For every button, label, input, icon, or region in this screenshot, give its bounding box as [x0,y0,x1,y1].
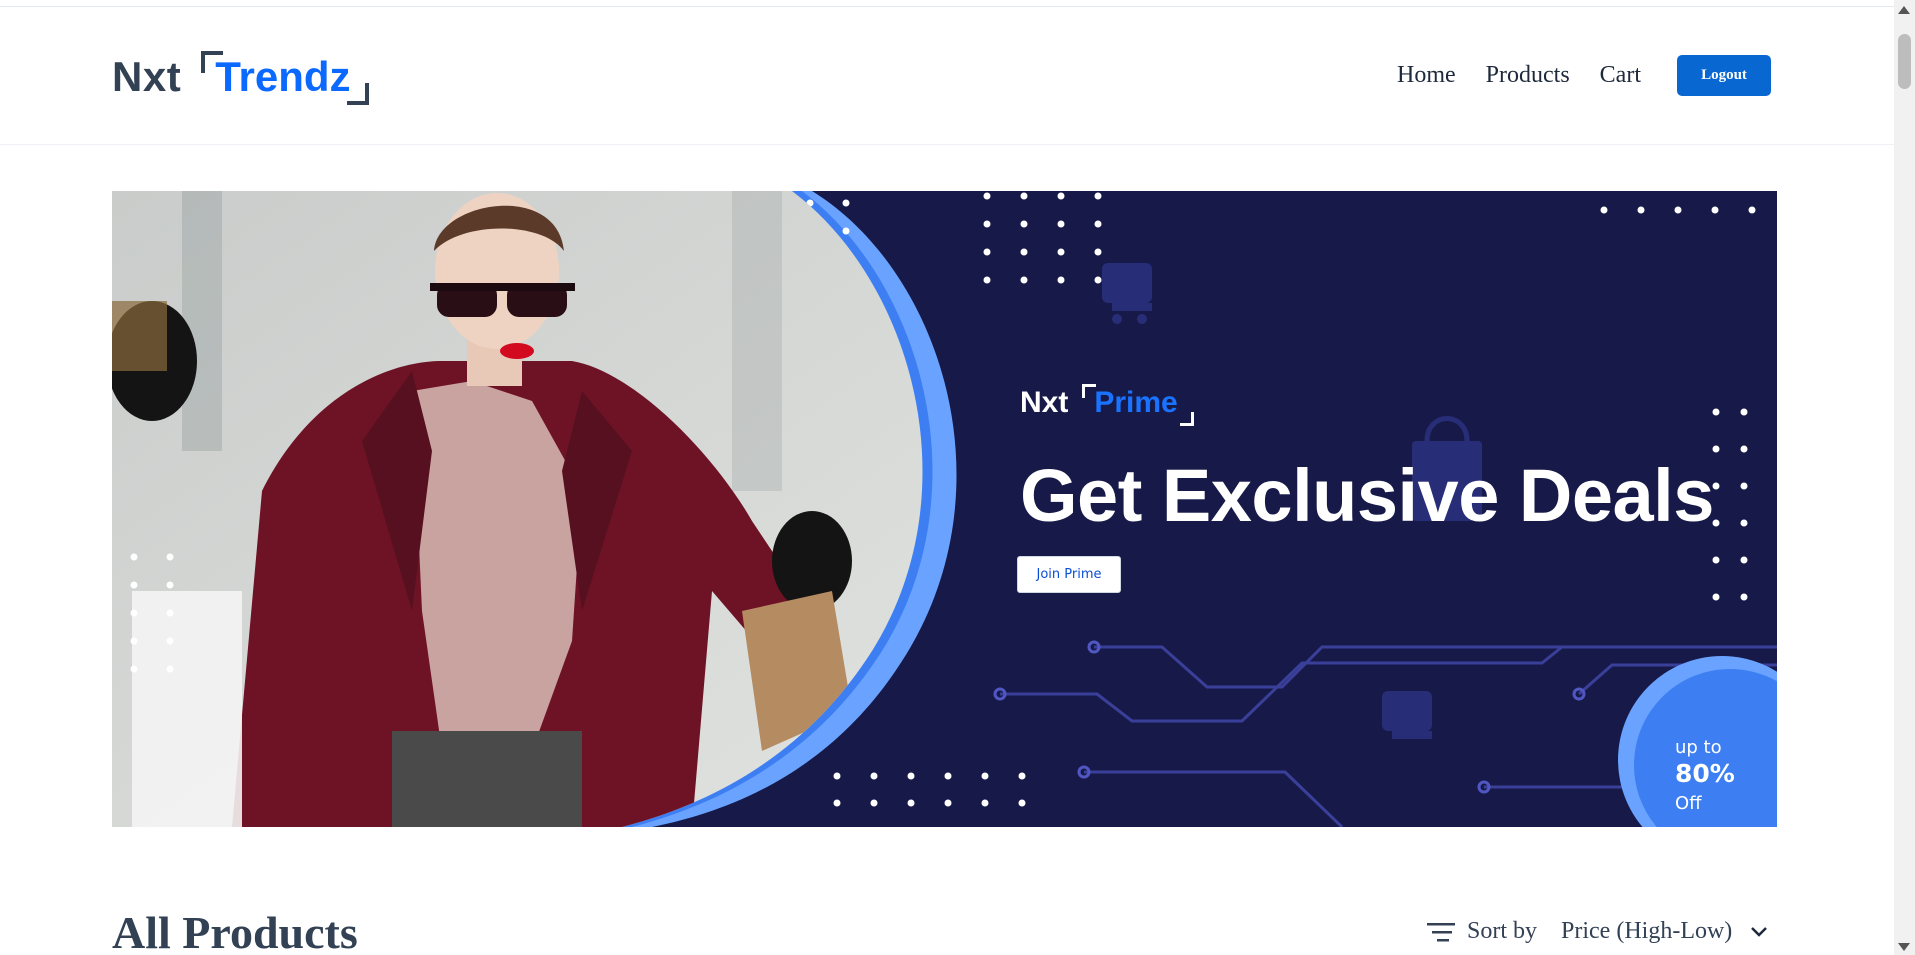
logo-text-trendz-label: Trendz [215,53,351,100]
prime-logo-word: Prime [1094,386,1178,419]
prime-logo-text-nxt: Nxt [1020,386,1069,419]
nav-link-cart[interactable]: Cart [1600,62,1641,89]
join-prime-button[interactable]: Join Prime [1017,556,1121,593]
prime-deals-banner: Nxt Prime Get Exclusive Deals Join Prime… [112,191,1777,827]
nav-link-home[interactable]: Home [1397,62,1456,89]
prime-bracket-top-left [1082,384,1097,398]
filter-sort-icon [1427,922,1455,941]
logo-bracket-top-left [201,51,224,73]
sort-control: Sort by Price (High-Low) [1427,918,1768,945]
logo-bracket-bottom-right [346,83,369,105]
prime-logo-text-prime: Prime [1082,384,1194,426]
site-logo[interactable]: Nxt Trendz [112,45,369,109]
banner-heading: Get Exclusive Deals [1020,454,1714,537]
nav-menu: Home Products Cart Logout [1367,55,1771,96]
logout-button[interactable]: Logout [1677,55,1771,96]
scroll-down-arrow-icon[interactable] [1898,943,1910,951]
nxt-prime-logo: Nxt Prime [1020,384,1194,426]
nav-link-products[interactable]: Products [1486,62,1570,89]
banner-model-photo [112,191,1027,827]
offer-badge: up to 80% Off [1645,669,1777,827]
browser-top-edge [0,0,1894,7]
prime-bracket-bottom-right [1179,412,1194,426]
sort-select[interactable]: Price (High-Low) [1561,918,1768,945]
offer-text-up-to: up to [1675,737,1722,758]
scroll-up-arrow-icon[interactable] [1898,6,1910,14]
chevron-down-icon [1751,926,1768,937]
logo-text-trendz: Trendz [201,51,369,105]
offer-percentage: 80% [1675,759,1735,788]
navbar: Nxt Trendz Home Products Cart Logout [0,7,1894,145]
sort-selected-value: Price (High-Low) [1561,918,1733,944]
logo-text-nxt: Nxt [112,53,182,100]
sort-by-label: Sort by [1467,918,1538,944]
all-products-heading: All Products [112,907,358,955]
vertical-scrollbar[interactable] [1894,0,1915,955]
scrollbar-thumb[interactable] [1898,34,1911,89]
offer-text-off: Off [1675,793,1702,814]
